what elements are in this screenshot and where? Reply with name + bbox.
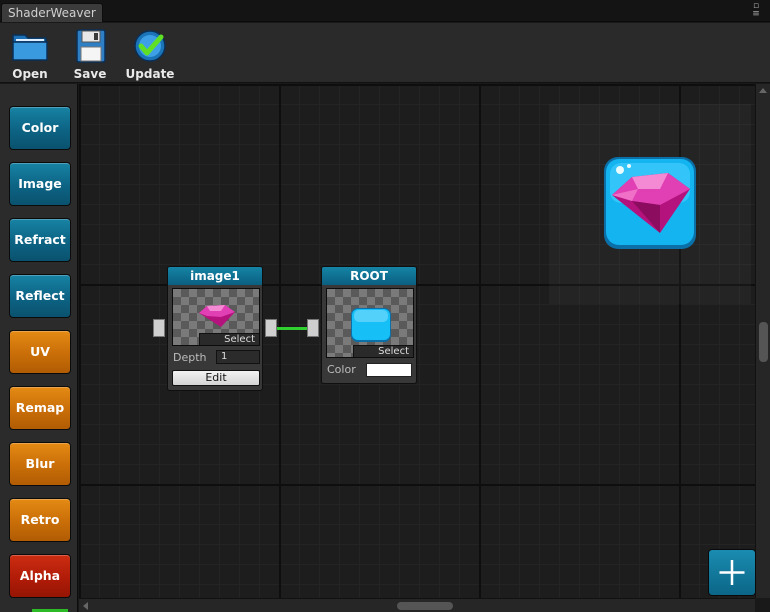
save-button[interactable]: Save [62,27,118,81]
add-color-node-button[interactable]: Color [9,106,71,150]
add-remap-node-button[interactable]: Remap [9,386,71,430]
add-blur-node-button[interactable]: Blur [9,442,71,486]
add-refract-node-button[interactable]: Refract [9,218,71,262]
image1-thumbnail: Select [172,288,260,346]
connection-wire [277,327,307,330]
scroll-up-icon[interactable] [759,88,767,93]
shaderweaver-window: ShaderWeaver ▫ ≡ Open Save Update Color … [0,0,770,612]
depth-input[interactable]: 1 [216,350,260,364]
gem-preview-image [604,157,696,249]
gem-thumbnail-icon [199,305,235,327]
add-image-node-button[interactable]: Image [9,162,71,206]
save-label: Save [73,67,107,81]
horizontal-scrollbar[interactable] [79,598,755,612]
add-retro-node-button[interactable]: Retro [9,498,71,542]
node-graph-canvas[interactable]: image1 Select Depth 1 Edit ROOT Select C… [79,84,755,598]
image1-node[interactable]: image1 Select Depth 1 Edit [167,266,263,391]
floppy-disk-icon [76,29,106,63]
update-label: Update [125,67,175,81]
window-tab-shaderweaver[interactable]: ShaderWeaver [1,3,103,22]
color-swatch[interactable] [366,363,412,377]
vertical-scrollbar[interactable] [755,84,770,598]
window-tab-strip: ShaderWeaver ▫ ≡ [0,0,770,22]
root-node-title[interactable]: ROOT [322,267,416,285]
node-palette: Color Image Refract Reflect UV Remap Blu… [0,84,78,612]
image1-depth-row: Depth 1 [172,349,260,367]
folder-icon [12,34,48,61]
root-thumbnail: Select [326,288,414,358]
add-alpha-node-button[interactable]: Alpha [9,554,71,598]
image1-node-title[interactable]: image1 [168,267,262,285]
image1-select-button[interactable]: Select [199,333,259,345]
plus-icon [719,560,745,585]
add-uv-node-button[interactable]: UV [9,330,71,374]
horizontal-scroll-thumb[interactable] [397,602,453,610]
toolbar: Open Save Update [0,23,770,83]
image1-edit-row: Edit [172,370,260,390]
open-label: Open [12,67,48,81]
color-label: Color [327,363,356,376]
window-menu-icon[interactable]: ▫ ≡ [748,2,764,20]
depth-label: Depth [173,351,207,364]
image1-output-port[interactable] [265,319,277,337]
root-color-row: Color [326,361,412,383]
root-input-port[interactable] [307,319,319,337]
open-button[interactable]: Open [2,27,58,81]
update-button[interactable]: Update [122,27,178,81]
root-node[interactable]: ROOT Select Color [321,266,417,384]
add-node-button[interactable] [708,549,756,596]
blue-tile-thumbnail-icon [351,308,391,342]
edit-button[interactable]: Edit [172,370,260,386]
scroll-left-icon[interactable] [83,602,88,610]
vertical-scroll-thumb[interactable] [759,322,768,362]
checkmark-icon [134,30,166,62]
root-select-button[interactable]: Select [353,345,413,357]
image1-input-port[interactable] [153,319,165,337]
add-reflect-node-button[interactable]: Reflect [9,274,71,318]
